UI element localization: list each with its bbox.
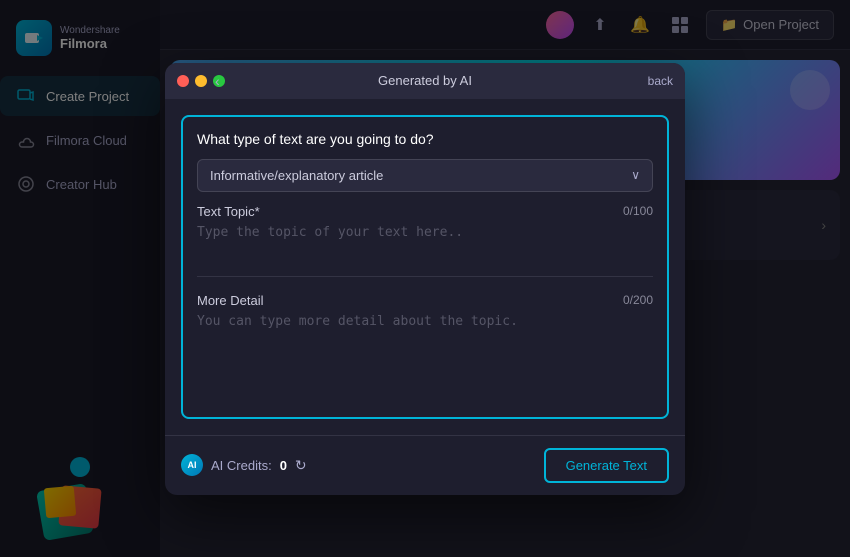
modal-titlebar: ‹ Generated by AI back — [165, 63, 685, 99]
back-chevron-button[interactable]: ‹ — [215, 73, 220, 89]
modal-dialog: ‹ Generated by AI back What type of text… — [165, 63, 685, 495]
back-text-button[interactable]: back — [648, 74, 673, 88]
generate-text-button[interactable]: Generate Text — [544, 448, 669, 483]
more-detail-field: More Detail 0/200 — [197, 293, 653, 403]
minimize-button[interactable] — [195, 75, 207, 87]
modal-body: What type of text are you going to do? I… — [165, 99, 685, 435]
modal-footer: AI AI Credits: 0 ↻ Generate Text — [165, 435, 685, 495]
modal-overlay: ‹ Generated by AI back What type of text… — [0, 0, 850, 557]
ai-credits-label: AI Credits: — [211, 458, 272, 473]
more-detail-counter: 0/200 — [623, 293, 653, 307]
ai-avatar-icon: AI — [181, 454, 203, 476]
text-topic-input[interactable] — [197, 225, 653, 255]
refresh-credits-icon[interactable]: ↻ — [295, 457, 307, 474]
text-type-dropdown[interactable]: Informative/explanatory article ∨ — [197, 159, 653, 192]
text-topic-header: Text Topic* 0/100 — [197, 204, 653, 219]
more-detail-input[interactable] — [197, 314, 653, 389]
dropdown-chevron-icon: ∨ — [631, 168, 640, 182]
credits-value: 0 — [280, 458, 287, 473]
close-button[interactable] — [177, 75, 189, 87]
text-topic-field: Text Topic* 0/100 — [197, 204, 653, 260]
form-question: What type of text are you going to do? — [197, 131, 653, 147]
more-detail-label: More Detail — [197, 293, 263, 308]
text-topic-label: Text Topic* — [197, 204, 260, 219]
field-divider — [197, 276, 653, 277]
form-section: What type of text are you going to do? I… — [181, 115, 669, 419]
dropdown-selected-value: Informative/explanatory article — [210, 168, 383, 183]
ai-credits-area: AI AI Credits: 0 ↻ — [181, 454, 307, 476]
more-detail-header: More Detail 0/200 — [197, 293, 653, 308]
text-topic-counter: 0/100 — [623, 204, 653, 218]
modal-title: Generated by AI — [177, 73, 673, 88]
